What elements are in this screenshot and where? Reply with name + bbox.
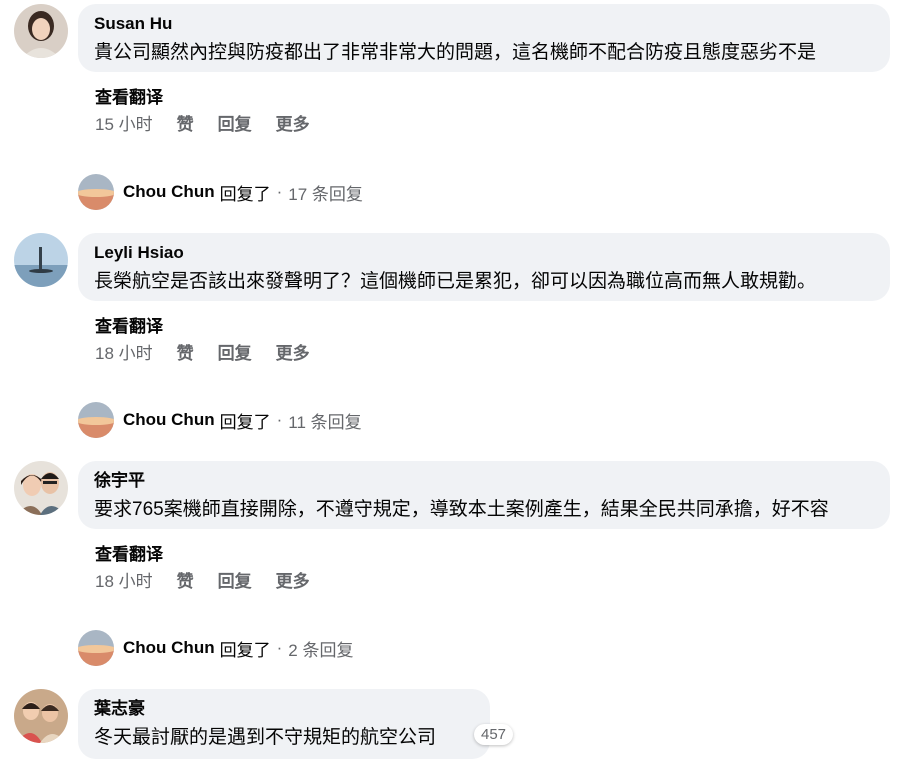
reply-count: 17 条回复	[288, 184, 363, 204]
comment-text: 冬天最討厭的是遇到不守規矩的航空公司	[94, 727, 437, 748]
separator-dot: ·	[276, 638, 283, 657]
separator-dot: ·	[276, 410, 283, 429]
see-translation-link[interactable]: 查看翻译	[95, 83, 163, 108]
comment-timestamp[interactable]: 18 小时	[95, 339, 153, 364]
see-translation-link[interactable]: 查看翻译	[95, 540, 163, 565]
comment-actions: 15 小时 赞 回复 更多	[95, 110, 334, 135]
avatar-susan-hu[interactable]	[14, 4, 68, 58]
comment-timestamp[interactable]: 15 小时	[95, 110, 153, 135]
separator-dot: ·	[276, 182, 283, 201]
more-button[interactable]: 更多	[276, 567, 310, 592]
reaction-count-badge[interactable]: 457	[474, 724, 514, 745]
avatar-ye-zhihao[interactable]	[14, 689, 68, 743]
comment-actions: 18 小时 赞 回复 更多	[95, 339, 334, 364]
reply-verb: 回复了	[219, 640, 271, 660]
comment-author[interactable]: Susan Hu	[94, 13, 874, 35]
view-replies-link[interactable]: Chou Chun 回复了 · 11 条回复	[78, 402, 362, 438]
comment-actions: 18 小时 赞 回复 更多	[95, 567, 334, 592]
avatar-xu-yuping[interactable]	[14, 461, 68, 515]
like-button[interactable]: 赞	[177, 110, 194, 135]
reply-verb: 回复了	[219, 412, 271, 432]
reply-author: Chou Chun	[123, 182, 215, 201]
more-button[interactable]: 更多	[276, 339, 310, 364]
comment-author[interactable]: 葉志豪	[94, 698, 474, 720]
avatar-leyli-hsiao[interactable]	[14, 233, 68, 287]
avatar-chou-chun	[78, 174, 114, 210]
reply-author: Chou Chun	[123, 410, 215, 429]
avatar-chou-chun	[78, 402, 114, 438]
comment-text: 要求765案機師直接開除，不遵守規定，導致本土案例產生，結果全民共同承擔，好不容	[94, 499, 829, 520]
comment-bubble: Susan Hu 貴公司顯然內控與防疫都出了非常非常大的問題，這名機師不配合防疫…	[78, 4, 890, 72]
comment-bubble: 葉志豪 冬天最討厭的是遇到不守規矩的航空公司	[78, 689, 490, 759]
reply-button[interactable]: 回复	[218, 567, 252, 592]
reply-verb: 回复了	[219, 184, 271, 204]
see-translation-link[interactable]: 查看翻译	[95, 312, 163, 337]
avatar-chou-chun	[78, 630, 114, 666]
reply-count: 11 条回复	[288, 412, 362, 432]
comment-author[interactable]: Leyli Hsiao	[94, 242, 874, 264]
comment-bubble: Leyli Hsiao 長榮航空是否該出來發聲明了？這個機師已是累犯，卻可以因為…	[78, 233, 890, 301]
more-button[interactable]: 更多	[276, 110, 310, 135]
comment-author[interactable]: 徐宇平	[94, 470, 874, 492]
like-button[interactable]: 赞	[177, 339, 194, 364]
view-replies-link[interactable]: Chou Chun 回复了 · 2 条回复	[78, 630, 353, 666]
reply-author: Chou Chun	[123, 638, 215, 657]
reply-button[interactable]: 回复	[218, 110, 252, 135]
reply-button[interactable]: 回复	[218, 339, 252, 364]
comment-text: 長榮航空是否該出來發聲明了？這個機師已是累犯，卻可以因為職位高而無人敢規勸。	[94, 271, 817, 292]
comment-timestamp[interactable]: 18 小时	[95, 567, 153, 592]
comment-bubble: 徐宇平 要求765案機師直接開除，不遵守規定，導致本土案例產生，結果全民共同承擔…	[78, 461, 890, 529]
comment-text: 貴公司顯然內控與防疫都出了非常非常大的問題，這名機師不配合防疫且態度惡劣不是	[94, 42, 817, 63]
like-button[interactable]: 赞	[177, 567, 194, 592]
reply-count: 2 条回复	[288, 640, 354, 660]
view-replies-link[interactable]: Chou Chun 回复了 · 17 条回复	[78, 174, 363, 210]
